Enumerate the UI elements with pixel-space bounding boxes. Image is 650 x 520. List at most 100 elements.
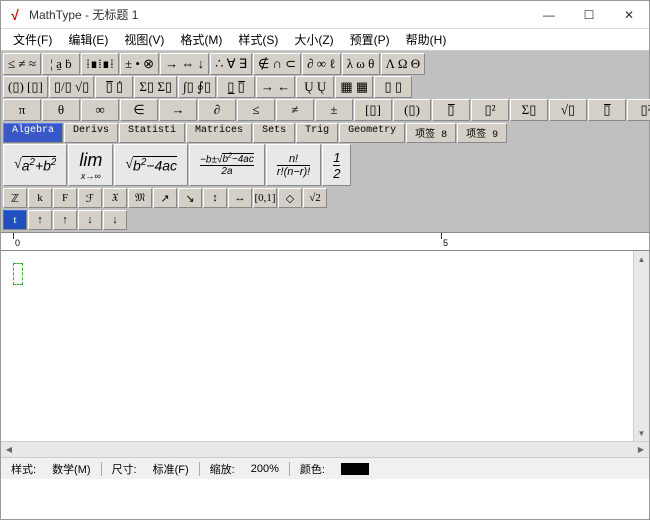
palette-button[interactable]: → ⇔ ↓ (160, 53, 209, 75)
palette-button[interactable]: ▯/▯ √▯ (49, 76, 94, 98)
template-button[interactable]: √a2+b2 (3, 144, 67, 186)
status-size-value[interactable]: 标准(F) (147, 461, 195, 477)
palette-button[interactable]: ⁞∎⁞∎⁞ (81, 53, 119, 75)
palette-button[interactable]: ≤ ≠ ≈ (3, 53, 41, 75)
palette-button[interactable]: ≤ (237, 99, 275, 121)
status-zoom-value[interactable]: 200% (245, 463, 285, 475)
palette-button[interactable]: ▦ ▦ (335, 76, 373, 98)
menu-item[interactable]: 视图(V) (116, 29, 172, 50)
menu-item[interactable]: 文件(F) (5, 29, 60, 50)
tab-derivs[interactable]: Derivs (64, 123, 118, 143)
palette-button[interactable]: ▯̲ ▯̅ (217, 76, 255, 98)
status-style-value[interactable]: 数学(M) (46, 461, 97, 477)
tab-algebra[interactable]: Algebra (3, 123, 63, 143)
menu-item[interactable]: 预置(P) (342, 29, 398, 50)
palette-button[interactable]: ∞ (81, 99, 119, 121)
menu-item[interactable]: 样式(S) (230, 29, 286, 50)
status-bar: 样式: 数学(M) 尺寸: 标准(F) 缩放: 200% 颜色: (1, 457, 649, 479)
template-button[interactable]: n!r!(n−r)! (266, 144, 321, 186)
tab-statisti[interactable]: Statisti (119, 123, 185, 143)
status-style-label: 样式: (5, 461, 42, 477)
toggle-button[interactable]: t (3, 210, 27, 230)
tab-sets[interactable]: Sets (253, 123, 295, 143)
toggle-button[interactable]: ↓ (78, 210, 102, 230)
palette-button[interactable]: [0,1] (253, 188, 277, 208)
palette-button[interactable]: ▯̅ (432, 99, 470, 121)
ruler[interactable]: 05 (1, 233, 649, 251)
toggle-button[interactable]: ↓ (103, 210, 127, 230)
palette-button[interactable]: ◇ (278, 188, 302, 208)
toggle-row: t↑↑↓↓ (3, 210, 647, 230)
palette-button[interactable]: λ ω θ (342, 53, 380, 75)
scroll-right-icon[interactable]: ▶ (633, 445, 649, 454)
palette-button[interactable]: [▯] (354, 99, 392, 121)
palette-button[interactable]: ▯̅ (588, 99, 626, 121)
ruler-label: 0 (15, 238, 20, 248)
palette-button[interactable]: √2 (303, 188, 327, 208)
status-size-label: 尺寸: (106, 461, 143, 477)
status-color-label: 颜色: (294, 461, 331, 477)
palette-button[interactable]: ∴ ∀ ∃ (210, 53, 252, 75)
palette-button[interactable]: → (159, 99, 197, 121)
scroll-up-icon[interactable]: ▲ (634, 251, 649, 267)
menu-item[interactable]: 格式(M) (172, 29, 230, 50)
template-button[interactable]: −b±√b2−4ac2a (189, 144, 265, 186)
scroll-left-icon[interactable]: ◀ (1, 445, 17, 454)
toggle-button[interactable]: ↑ (28, 210, 52, 230)
scroll-down-icon[interactable]: ▼ (634, 425, 649, 441)
palette-button[interactable]: ∂ (198, 99, 236, 121)
palette-button[interactable]: ± • ⊗ (120, 53, 159, 75)
template-button[interactable]: 12 (322, 144, 351, 186)
palette-button[interactable]: ∂ ∞ ℓ (302, 53, 340, 75)
tab-trig[interactable]: Trig (296, 123, 338, 143)
palette-button[interactable]: ▯̅ ▯̇ (95, 76, 133, 98)
menu-item[interactable]: 大小(Z) (286, 29, 341, 50)
menu-item[interactable]: 帮助(H) (398, 29, 455, 50)
palette-button[interactable]: ↗ (153, 188, 177, 208)
app-icon: √ (7, 7, 23, 23)
palette-button[interactable]: 𝔐 (128, 188, 152, 208)
toggle-button[interactable]: ↑ (53, 210, 77, 230)
palette-button[interactable]: ↔ (228, 188, 252, 208)
palette-button[interactable]: ∉ ∩ ⊂ (253, 53, 301, 75)
template-button[interactable]: √b2−4ac (114, 144, 188, 186)
palette-button[interactable]: √▯ (549, 99, 587, 121)
tab-geometry[interactable]: Geometry (339, 123, 405, 143)
palette-button[interactable]: ↘ (178, 188, 202, 208)
palette-button[interactable]: θ (42, 99, 80, 121)
palette-button[interactable]: Σ▯ Σ▯ (134, 76, 177, 98)
palette-button[interactable]: Ų Ų (296, 76, 334, 98)
tab-项签 8[interactable]: 项签 8 (406, 123, 456, 143)
close-button[interactable]: ✕ (609, 1, 649, 29)
tab-项签 9[interactable]: 项签 9 (457, 123, 507, 143)
palette-button[interactable]: ± (315, 99, 353, 121)
palette-button[interactable]: ≠ (276, 99, 314, 121)
status-color-swatch[interactable] (335, 462, 375, 474)
palette-button[interactable]: ∈ (120, 99, 158, 121)
palette-button[interactable]: ▯² (471, 99, 509, 121)
menu-item[interactable]: 编辑(E) (60, 29, 116, 50)
palette-button[interactable]: k (28, 188, 52, 208)
template-button[interactable]: limx→∞ (68, 144, 113, 186)
palette-button[interactable]: ∫▯ ∮▯ (178, 76, 216, 98)
palette-button[interactable]: ▯² (627, 99, 650, 121)
vertical-scrollbar[interactable]: ▲ ▼ (633, 251, 649, 441)
palette-button[interactable]: ℤ (3, 188, 27, 208)
palette-button[interactable]: (▯) [▯] (3, 76, 48, 98)
tab-matrices[interactable]: Matrices (186, 123, 252, 143)
horizontal-scrollbar[interactable]: ◀ ▶ (1, 441, 649, 457)
equation-editor[interactable]: ▲ ▼ (1, 251, 649, 441)
palette-button[interactable]: ¦ a̱ ḃ (42, 53, 80, 75)
palette-button[interactable]: 𝔛 (103, 188, 127, 208)
palette-button[interactable]: → ← (256, 76, 295, 98)
palette-button[interactable]: ↕ (203, 188, 227, 208)
minimize-button[interactable]: — (529, 1, 569, 29)
palette-button[interactable]: ℱ (78, 188, 102, 208)
palette-button[interactable]: π (3, 99, 41, 121)
palette-button[interactable]: F (53, 188, 77, 208)
palette-button[interactable]: ▯ ▯ (374, 76, 412, 98)
maximize-button[interactable]: ☐ (569, 1, 609, 29)
palette-button[interactable]: (▯) (393, 99, 431, 121)
palette-button[interactable]: Σ▯ (510, 99, 548, 121)
palette-button[interactable]: Λ Ω Θ (381, 53, 426, 75)
